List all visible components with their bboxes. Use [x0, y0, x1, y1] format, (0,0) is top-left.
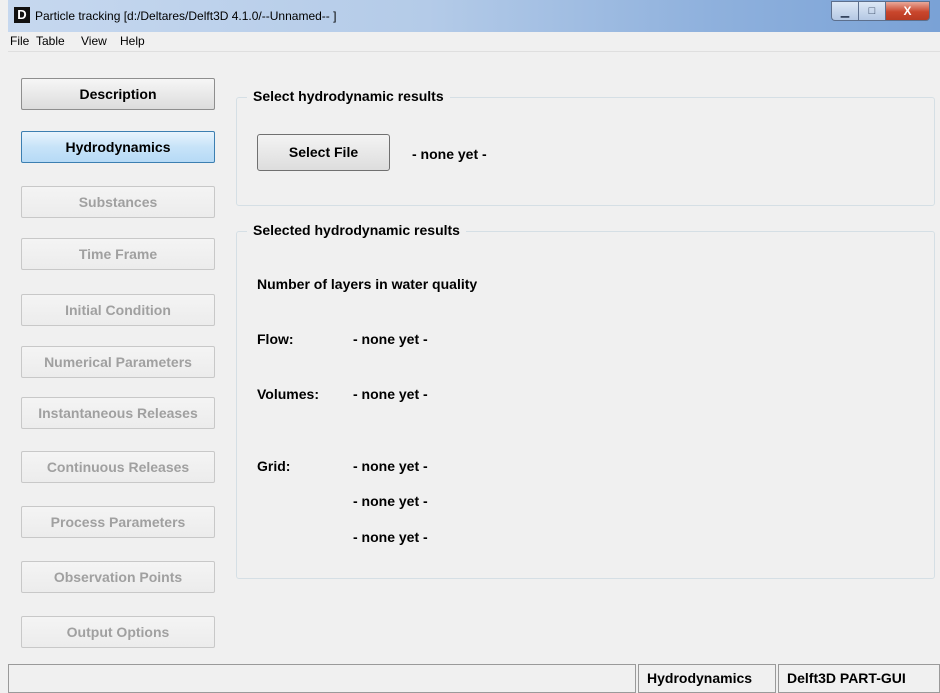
nav-time-frame-button[interactable]: Time Frame [21, 238, 215, 270]
maximize-icon: □ [868, 5, 876, 17]
menu-file[interactable]: File [10, 34, 29, 48]
volumes-label: Volumes: [257, 386, 319, 402]
selected-file-value: - none yet - [412, 146, 487, 162]
title-bar[interactable]: D Particle tracking [d:/Deltares/Delft3D… [8, 0, 940, 32]
menu-bar: File Table View Help [8, 32, 940, 52]
select-results-title: Select hydrodynamic results [247, 88, 450, 104]
grid-value-2: - none yet - [353, 493, 428, 509]
nav-instantaneous-releases-button[interactable]: Instantaneous Releases [21, 397, 215, 429]
window-title: Particle tracking [d:/Deltares/Delft3D 4… [35, 9, 337, 23]
nav-numerical-parameters-button[interactable]: Numerical Parameters [21, 346, 215, 378]
volumes-value: - none yet - [353, 386, 428, 402]
status-module: Hydrodynamics [638, 664, 776, 693]
close-button[interactable]: X [885, 1, 930, 21]
select-file-button[interactable]: Select File [257, 134, 390, 171]
application-window: D Particle tracking [d:/Deltares/Delft3D… [8, 0, 940, 693]
nav-description-button[interactable]: Description [21, 78, 215, 110]
selected-results-title: Selected hydrodynamic results [247, 222, 466, 238]
minimize-icon: ▁ [840, 5, 850, 18]
delft3d-app-icon[interactable]: D [14, 7, 30, 23]
flow-label: Flow: [257, 331, 294, 347]
nav-observation-points-button[interactable]: Observation Points [21, 561, 215, 593]
grid-label: Grid: [257, 458, 291, 474]
maximize-button[interactable]: □ [858, 1, 885, 21]
grid-value-3: - none yet - [353, 529, 428, 545]
nav-output-options-button[interactable]: Output Options [21, 616, 215, 648]
minimize-button[interactable]: ▁ [831, 1, 858, 21]
nav-process-parameters-button[interactable]: Process Parameters [21, 506, 215, 538]
nav-substances-button[interactable]: Substances [21, 186, 215, 218]
layers-label: Number of layers in water quality [257, 276, 478, 292]
menu-table[interactable]: Table [36, 34, 65, 48]
status-message-cell [8, 664, 636, 693]
menu-help[interactable]: Help [120, 34, 145, 48]
nav-hydrodynamics-button[interactable]: Hydrodynamics [21, 131, 215, 163]
nav-initial-condition-button[interactable]: Initial Condition [21, 294, 215, 326]
nav-continuous-releases-button[interactable]: Continuous Releases [21, 451, 215, 483]
status-app-name: Delft3D PART-GUI [778, 664, 940, 693]
menu-view[interactable]: View [81, 34, 107, 48]
window-controls: ▁ □ X [831, 1, 930, 21]
flow-value: - none yet - [353, 331, 428, 347]
grid-value-1: - none yet - [353, 458, 428, 474]
close-icon: X [903, 4, 912, 18]
